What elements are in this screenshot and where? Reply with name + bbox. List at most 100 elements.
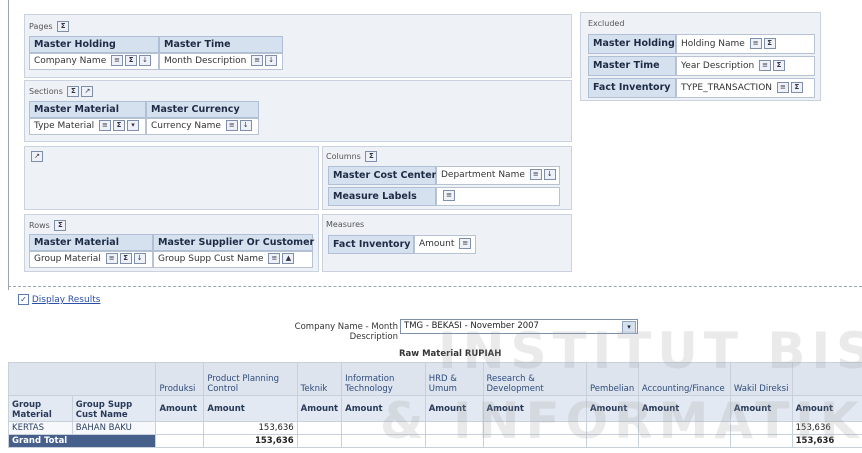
sections-item-type-material[interactable]: Type Material ≡ Σ ▾ [29,118,146,135]
columns-pane: Columns Σ Master Cost Center Department … [322,146,572,210]
results-separator [8,286,862,287]
dept-header[interactable]: Product Planning Control [203,362,298,396]
properties-icon[interactable]: ≡ [251,55,264,66]
row-header-group-material[interactable]: Group Material [8,395,73,422]
rows-header-supplier[interactable]: Master Supplier Or Customer [153,234,314,251]
properties-icon[interactable]: ≡ [759,60,772,71]
data-cell-last: 153,636 [791,421,862,435]
excluded-item-type-transaction[interactable]: TYPE_TRANSACTION ≡ Σ [676,78,815,98]
measure-header-row: Group Material Group Supp Cust Name Amou… [8,395,862,422]
display-results-toggle[interactable]: ✓ Display Results [18,293,100,307]
properties-icon[interactable]: ≡ [529,169,542,180]
measure-header: Amount [155,395,205,422]
pages-header-holding[interactable]: Master Holding [29,36,159,53]
sigma-icon[interactable]: Σ [119,253,132,264]
properties-icon[interactable]: ≡ [459,238,472,249]
sections-header-material[interactable]: Master Material [29,101,146,118]
sigma-icon[interactable]: Σ [365,151,378,162]
columns-header-cost-center[interactable]: Master Cost Center [328,166,436,185]
measures-header-inventory[interactable]: Fact Inventory [328,235,414,254]
sigma-icon[interactable]: Σ [125,55,138,66]
dept-header[interactable] [791,362,862,396]
total-cell [729,434,793,448]
total-cell [482,434,587,448]
left-border-rule [8,0,9,290]
properties-icon[interactable]: ≡ [749,38,762,49]
sigma-icon[interactable]: Σ [54,220,67,231]
dept-header[interactable]: Wakil Direksi [729,362,793,396]
rows-header-material[interactable]: Master Material [29,234,153,251]
total-cell [296,434,343,448]
properties-icon[interactable]: ≡ [111,55,124,66]
sigma-icon[interactable]: Σ [67,86,80,97]
excluded-pane: Excluded Master Holding Holding Name ≡ Σ … [580,12,821,101]
sections-label: Sections Σ ↗ [29,86,94,97]
sigma-icon[interactable]: Σ [763,38,776,49]
columns-item-measure-labels[interactable]: ≡ [436,187,560,206]
excluded-item-year-description[interactable]: Year Description ≡ Σ [676,56,815,76]
properties-icon[interactable]: ≡ [105,253,118,264]
display-results-checkbox[interactable]: ✓ [18,294,29,305]
sections-item-currency-name[interactable]: Currency Name ≡ ↓ [146,118,259,135]
data-cell [155,421,205,435]
properties-icon[interactable]: ≡ [443,190,455,201]
excluded-header-inventory[interactable]: Fact Inventory [588,78,676,98]
properties-icon[interactable]: ≡ [776,82,789,93]
display-results-link[interactable]: Display Results [32,295,101,305]
dept-header[interactable]: Pembelian [585,362,639,396]
dept-header[interactable]: Research & Development [482,362,587,396]
sigma-icon[interactable]: Σ [112,120,125,131]
dept-header[interactable]: Produksi [155,362,205,396]
sections-pane: Sections Σ ↗ Master Material Master Curre… [24,80,572,142]
excluded-label: Excluded [588,19,625,28]
data-cell [341,421,426,435]
columns-item-department-name[interactable]: Department Name ≡ ↓ [436,166,560,185]
sigma-icon[interactable]: Σ [773,60,786,71]
sigma-icon[interactable]: Σ [790,82,803,93]
prompt-select[interactable]: TMG - BEKASI - November 2007 ▾ [400,319,638,334]
dropdown-icon[interactable]: ▾ [126,120,139,131]
total-cell [637,434,731,448]
sigma-icon[interactable]: Σ [57,21,70,32]
row-header-group-supp[interactable]: Group Supp Cust Name [71,395,157,422]
measure-header: Amount [791,395,862,422]
excluded-header-time[interactable]: Master Time [588,56,676,76]
measures-item-amount[interactable]: Amount ≡ [414,235,476,254]
excluded-item-holding-name[interactable]: Holding Name ≡ Σ [676,34,815,54]
pages-item-company-name[interactable]: Company Name ≡ Σ ↓ [29,53,159,70]
sections-header-currency[interactable]: Master Currency [146,101,259,118]
chart-placeholder-pane: ↗ [24,146,319,210]
grand-total-label: Grand Total [8,434,157,448]
columns-label: Columns Σ [326,151,378,162]
sort-icon[interactable]: ↓ [543,169,556,180]
properties-icon[interactable]: ≡ [268,253,281,264]
sort-icon[interactable]: ↓ [139,55,152,66]
rows-item-group-material[interactable]: Group Material ≡ Σ ↓ [29,251,153,268]
sort-icon[interactable]: ↓ [133,253,146,264]
measure-header: Amount [585,395,639,422]
properties-icon[interactable]: ≡ [225,120,238,131]
data-cell-ppc: 153,636 [203,421,298,435]
data-cell [729,421,793,435]
properties-icon[interactable]: ≡ [98,120,111,131]
excluded-header-holding[interactable]: Master Holding [588,34,676,54]
dept-header[interactable]: Accounting/Finance [637,362,731,396]
pages-header-time[interactable]: Master Time [159,36,283,53]
prompt-label: Company Name - Month Description [294,322,398,342]
sort-icon[interactable]: ↓ [239,120,252,131]
chevron-down-icon[interactable]: ▾ [622,321,636,334]
rows-item-group-supp-cust-name[interactable]: Group Supp Cust Name ≡ ▲ [153,251,313,268]
chart-icon[interactable]: ↗ [31,151,43,162]
pages-item-month-description[interactable]: Month Description ≡ ↓ [159,53,283,70]
sort-icon[interactable]: ↓ [265,55,278,66]
columns-header-measure-labels[interactable]: Measure Labels [328,187,436,206]
results-table: Produksi Product Planning Control Teknik… [8,362,862,448]
chart-icon[interactable]: ↗ [81,86,94,97]
dept-header[interactable]: Teknik [296,362,343,396]
rows-pane: Rows Σ Master Material Master Supplier O… [24,214,319,272]
collapse-icon[interactable]: ▲ [282,253,295,264]
dept-header[interactable]: HRD & Umum [424,362,484,396]
dept-header[interactable]: Information Technology [341,362,426,396]
total-cell-last: 153,636 [791,434,862,448]
grand-total-row: Grand Total 153,636 153,636 [8,434,862,448]
